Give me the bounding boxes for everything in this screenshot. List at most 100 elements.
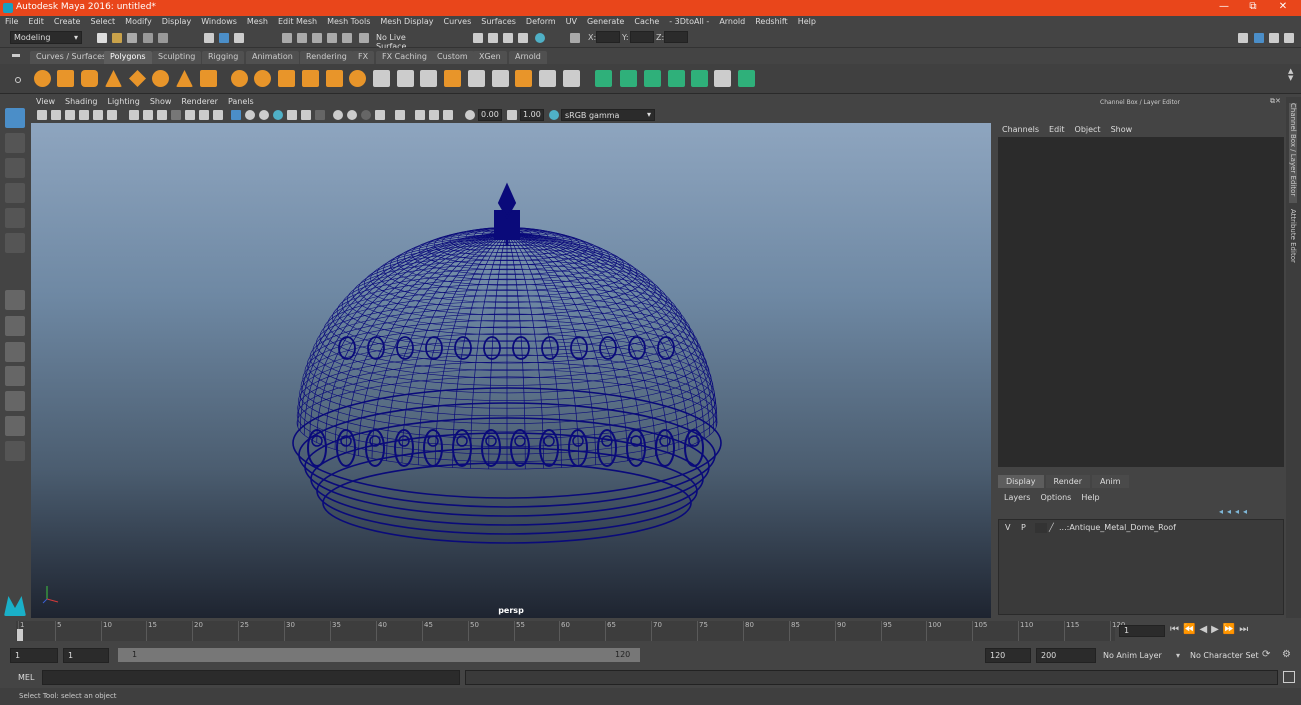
color-management-icon[interactable] bbox=[549, 110, 559, 120]
snap-curve-icon[interactable] bbox=[297, 33, 307, 43]
menu-windows[interactable]: Windows bbox=[196, 16, 242, 26]
backface-culling-icon[interactable] bbox=[443, 110, 453, 120]
resolution-gate-icon[interactable] bbox=[157, 110, 167, 120]
mode-dropdown[interactable]: Modeling ▾ bbox=[10, 31, 82, 44]
menu-help[interactable]: Help bbox=[793, 16, 821, 26]
script-editor-icon[interactable] bbox=[1283, 671, 1295, 683]
layer-playback[interactable]: P bbox=[1021, 523, 1026, 532]
current-frame-marker[interactable] bbox=[17, 629, 23, 641]
workspace-icon[interactable] bbox=[1238, 33, 1248, 43]
layer-tab-render[interactable]: Render bbox=[1045, 475, 1090, 488]
layer-color-icon[interactable]: ╱ bbox=[1049, 523, 1054, 532]
gamma-icon[interactable] bbox=[507, 110, 517, 120]
undo-icon[interactable] bbox=[143, 33, 153, 43]
uv-editor-icon[interactable] bbox=[691, 70, 708, 87]
menu-edit[interactable]: Edit bbox=[23, 16, 49, 26]
menu-select[interactable]: Select bbox=[85, 16, 120, 26]
menu-uv[interactable]: UV bbox=[561, 16, 582, 26]
mirror-icon[interactable] bbox=[373, 70, 390, 87]
menu-redshift[interactable]: Redshift bbox=[750, 16, 792, 26]
outliner-persp-layout-icon[interactable] bbox=[5, 391, 25, 411]
shelf-options-icon[interactable] bbox=[15, 77, 21, 83]
channel-box-menu-channels[interactable]: Channels bbox=[1002, 125, 1039, 134]
motion-blur-icon[interactable] bbox=[333, 110, 343, 120]
snap-grid-icon[interactable] bbox=[282, 33, 292, 43]
playback-controls[interactable]: ⏮⏪◀▶⏩⏭ bbox=[1170, 624, 1252, 635]
menu-file[interactable]: File bbox=[0, 16, 23, 26]
viewport-menu-renderer[interactable]: Renderer bbox=[176, 97, 223, 106]
menu-edit-mesh[interactable]: Edit Mesh bbox=[273, 16, 322, 26]
extract-icon[interactable] bbox=[278, 70, 295, 87]
shelf-tab-sculpting[interactable]: Sculpting bbox=[152, 51, 202, 64]
rotate-tool-icon[interactable] bbox=[5, 208, 25, 228]
two-view-side-layout-icon[interactable] bbox=[5, 342, 25, 362]
four-view-layout-icon[interactable] bbox=[5, 316, 25, 336]
end-time-field[interactable]: 200 bbox=[1036, 648, 1096, 663]
layer-menu-options[interactable]: Options bbox=[1040, 493, 1071, 502]
field-chart-icon[interactable] bbox=[185, 110, 195, 120]
bookmarks-icon[interactable] bbox=[65, 110, 75, 120]
shelf-scroll-icon[interactable]: ▲ ▼ bbox=[1288, 68, 1296, 90]
menu-surfaces[interactable]: Surfaces bbox=[476, 16, 521, 26]
menu-mesh-tools[interactable]: Mesh Tools bbox=[322, 16, 375, 26]
safe-action-icon[interactable] bbox=[199, 110, 209, 120]
insert-edge-loop-icon[interactable] bbox=[539, 70, 556, 87]
shadows-icon[interactable] bbox=[301, 110, 311, 120]
viewport-menu-show[interactable]: Show bbox=[145, 97, 177, 106]
uv-toolkit-icon[interactable] bbox=[738, 70, 755, 87]
x-field[interactable] bbox=[596, 31, 620, 43]
save-scene-icon[interactable] bbox=[127, 33, 137, 43]
shelf-tab-rigging[interactable]: Rigging bbox=[202, 51, 245, 64]
menu-create[interactable]: Create bbox=[49, 16, 86, 26]
shelf-tab-fx[interactable]: FX bbox=[352, 51, 375, 64]
playback-end-field[interactable]: 120 bbox=[985, 648, 1031, 663]
select-object-icon[interactable] bbox=[219, 33, 229, 43]
anim-layer-dropdown[interactable]: No Anim Layer bbox=[1103, 651, 1162, 660]
menu-deform[interactable]: Deform bbox=[521, 16, 561, 26]
spherical-uv-icon[interactable] bbox=[644, 70, 661, 87]
snap-point-icon[interactable] bbox=[312, 33, 322, 43]
shelf-tab-xgen[interactable]: XGen bbox=[473, 51, 507, 64]
scale-tool-icon[interactable] bbox=[5, 233, 25, 253]
character-set-dropdown[interactable]: No Character Set bbox=[1190, 651, 1259, 660]
layer-type-field[interactable] bbox=[1035, 523, 1047, 533]
menu-display[interactable]: Display bbox=[157, 16, 197, 26]
exposure-icon[interactable] bbox=[465, 110, 475, 120]
tab-channel-box[interactable]: Channel Box / Layer Editor bbox=[1289, 103, 1297, 203]
two-view-stacked-layout-icon[interactable] bbox=[5, 366, 25, 386]
screen-space-ao-icon[interactable] bbox=[315, 110, 325, 120]
wireframe-on-shaded-icon[interactable] bbox=[259, 110, 269, 120]
layer-row[interactable]: V P ╱ ...:Antique_Metal_Dome_Roof bbox=[1001, 522, 1281, 534]
open-scene-icon[interactable] bbox=[112, 33, 122, 43]
graph-persp-layout-icon[interactable] bbox=[5, 416, 25, 436]
y-field[interactable] bbox=[630, 31, 654, 43]
viewport-menu-shading[interactable]: Shading bbox=[60, 97, 103, 106]
exposure-field[interactable]: 0.00 bbox=[478, 109, 502, 121]
minimize-button[interactable]: — bbox=[1209, 1, 1239, 12]
shelf-menu-icon[interactable] bbox=[12, 54, 20, 57]
poly-torus-icon[interactable] bbox=[152, 70, 169, 87]
menu-modify[interactable]: Modify bbox=[120, 16, 157, 26]
time-ruler[interactable]: 1 5 10 15 20 25 30 35 40 45 50 55 60 65 70 75 80 85 90 95 10… bbox=[16, 621, 1125, 641]
reduce-icon[interactable] bbox=[349, 70, 366, 87]
command-language-label[interactable]: MEL bbox=[18, 673, 34, 682]
new-scene-icon[interactable] bbox=[97, 33, 107, 43]
depth-of-field-icon[interactable] bbox=[361, 110, 371, 120]
channel-box-menu-edit[interactable]: Edit bbox=[1049, 125, 1065, 134]
wireframe-icon[interactable] bbox=[231, 110, 241, 120]
poly-cube-icon[interactable] bbox=[57, 70, 74, 87]
xray-icon[interactable] bbox=[395, 110, 405, 120]
grease-pencil-icon[interactable] bbox=[107, 110, 117, 120]
channel-box-toggle-icon[interactable] bbox=[1254, 33, 1264, 43]
gamma-field[interactable]: 1.00 bbox=[520, 109, 544, 121]
2d-pan-zoom-icon[interactable] bbox=[93, 110, 103, 120]
extrude-icon[interactable] bbox=[397, 70, 414, 87]
transform-input-icon[interactable] bbox=[570, 33, 580, 43]
merge-icon[interactable] bbox=[515, 70, 532, 87]
shelf-tab-fx-caching[interactable]: FX Caching bbox=[376, 51, 433, 64]
planar-uv-icon[interactable] bbox=[595, 70, 612, 87]
camera-attributes-icon[interactable] bbox=[51, 110, 61, 120]
ipr-render-icon[interactable] bbox=[503, 33, 513, 43]
tab-attribute-editor[interactable]: Attribute Editor bbox=[1289, 209, 1297, 279]
menu-3dtoall[interactable]: - 3DtoAll - bbox=[664, 16, 714, 26]
